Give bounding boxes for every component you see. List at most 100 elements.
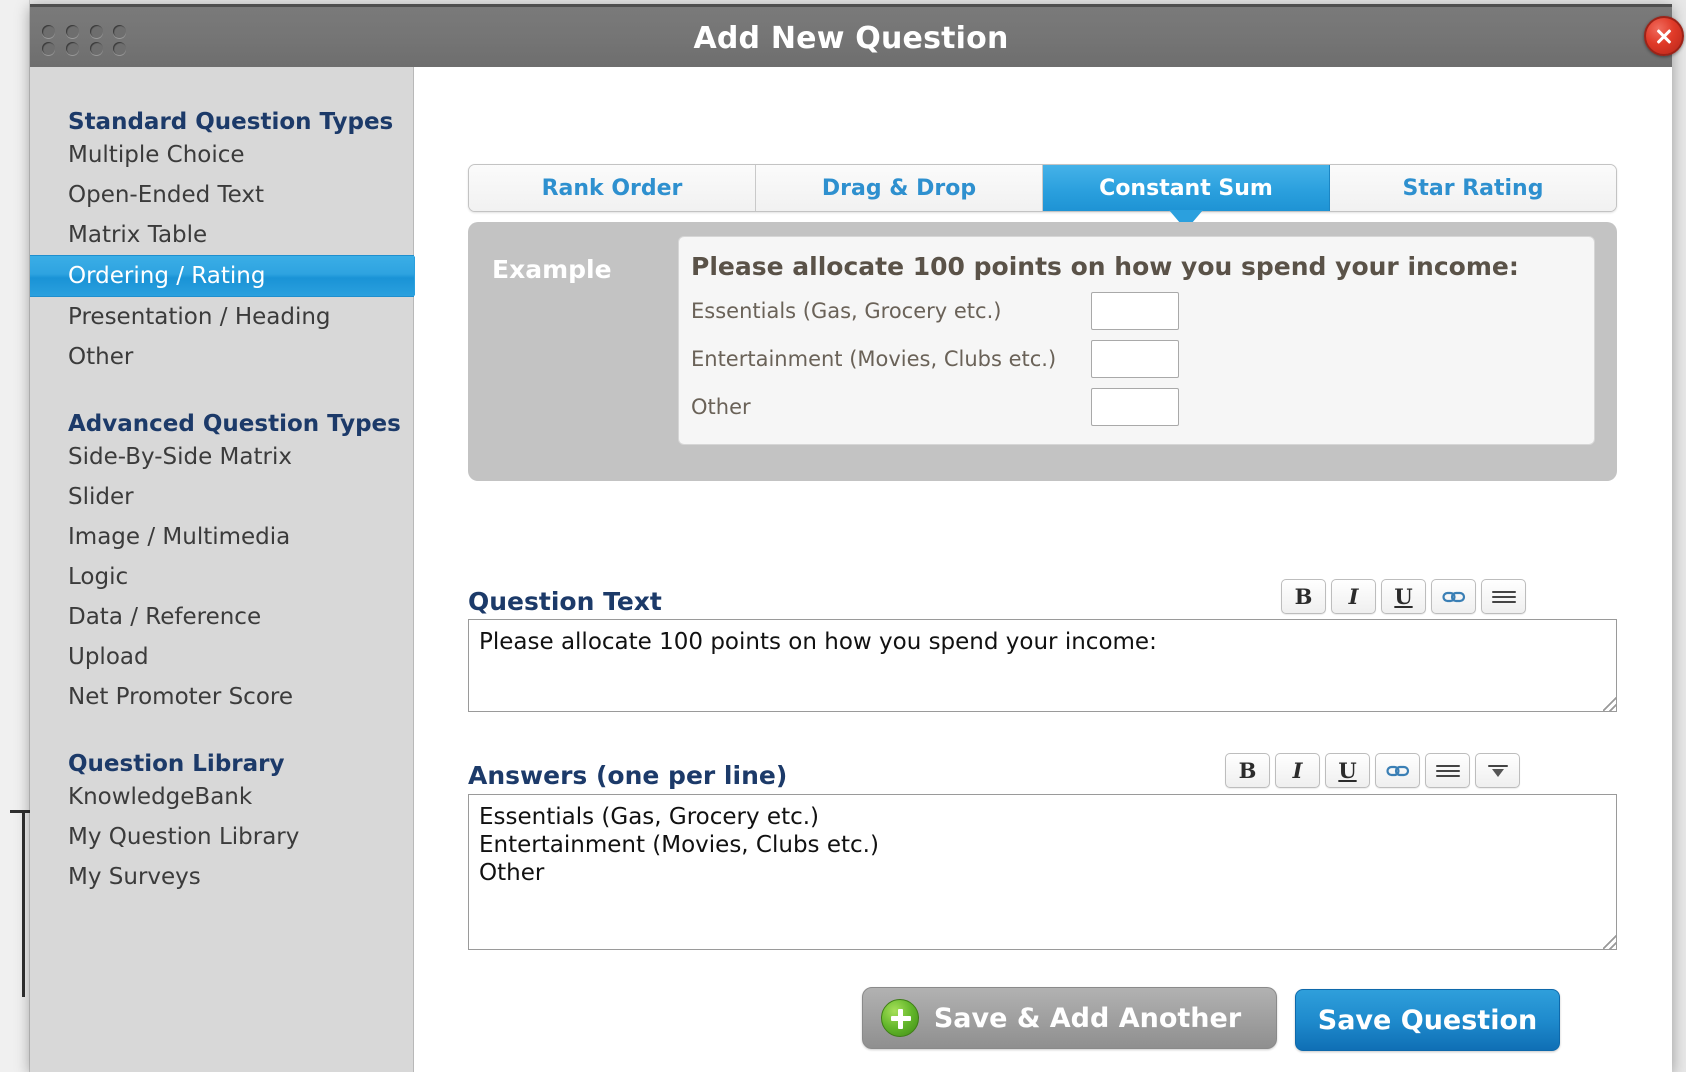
example-row: Other	[691, 387, 1574, 426]
sidebar-item-label: Open-Ended Text	[68, 182, 265, 208]
chevron-down-icon[interactable]	[1475, 753, 1520, 788]
edge-mark-vertical	[22, 812, 25, 997]
sidebar-item-label: Side-By-Side Matrix	[68, 444, 292, 470]
sidebar-section-title: Advanced Question Types	[68, 411, 401, 437]
main-panel: Rank Order Drag & Drop Constant Sum Star Ra…	[415, 67, 1672, 1072]
align-lines-icon-svg	[1491, 590, 1516, 603]
answers-input[interactable]: Essentials (Gas, Grocery etc.) Entertain…	[468, 794, 1617, 950]
sidebar-item-matrix-table[interactable]: Matrix Table	[30, 215, 413, 255]
sidebar-item-multiple-choice[interactable]: Multiple Choice	[30, 135, 413, 175]
bold-icon[interactable]: B	[1281, 579, 1326, 614]
italic-icon-glyph: I	[1292, 758, 1303, 783]
question-text-toolbar: BIU	[1281, 579, 1526, 614]
sidebar-item-label: Image / Multimedia	[68, 524, 291, 550]
example-row-label: Essentials (Gas, Grocery etc.)	[691, 298, 1002, 323]
align-lines-icon[interactable]	[1425, 753, 1470, 788]
link-icon-svg	[1385, 765, 1409, 776]
tab-drag-drop[interactable]: Drag & Drop	[756, 165, 1043, 211]
close-icon[interactable]	[1644, 16, 1684, 56]
italic-icon-glyph: I	[1348, 584, 1359, 609]
example-row-label: Other	[691, 394, 751, 419]
bold-icon[interactable]: B	[1225, 753, 1270, 788]
tab-constant-sum[interactable]: Constant Sum	[1043, 165, 1330, 230]
chevron-down-icon-svg	[1487, 764, 1508, 777]
link-icon[interactable]	[1431, 579, 1476, 614]
sidebar-item-label: My Surveys	[68, 864, 201, 890]
bold-icon-glyph: B	[1294, 584, 1313, 609]
sidebar-item-data-reference[interactable]: Data / Reference	[30, 597, 413, 637]
bold-icon-glyph: B	[1238, 758, 1257, 783]
underline-icon-glyph: U	[1394, 584, 1413, 609]
sidebar-item-other[interactable]: Other	[30, 337, 413, 377]
answers-toolbar: BIU	[1225, 753, 1520, 788]
sidebar-item-label: Matrix Table	[68, 222, 208, 248]
example-card: Please allocate 100 points on how you sp…	[678, 236, 1595, 445]
link-icon-svg	[1441, 591, 1465, 602]
sidebar-item-label: Net Promoter Score	[68, 684, 294, 710]
sidebar-item-label: My Question Library	[68, 824, 300, 850]
sidebar-item-label: Logic	[68, 564, 129, 590]
example-label: Example	[492, 255, 612, 284]
edge-mark-horizontal	[10, 810, 30, 813]
example-row-label: Entertainment (Movies, Clubs etc.)	[691, 346, 1057, 371]
align-lines-icon[interactable]	[1481, 579, 1526, 614]
dialog-title: Add New Question	[693, 21, 1009, 56]
sidebar-item-net-promoter-score[interactable]: Net Promoter Score	[30, 677, 413, 717]
add-new-question-dialog: Add New Question Standard Question Types…	[30, 4, 1684, 1072]
example-preview-panel: Example Please allocate 100 points on ho…	[468, 222, 1617, 481]
sidebar-item-slider[interactable]: Slider	[30, 477, 413, 517]
example-row: Entertainment (Movies, Clubs etc.)	[691, 339, 1574, 378]
underline-icon-glyph: U	[1338, 758, 1357, 783]
sidebar-item-open-ended-text[interactable]: Open-Ended Text	[30, 175, 413, 215]
sidebar-item-label: Data / Reference	[68, 604, 262, 630]
sidebar-item-label: Slider	[68, 484, 134, 510]
sidebar-item-side-by-side-matrix[interactable]: Side-By-Side Matrix	[30, 437, 413, 477]
tab-label: Star Rating	[1402, 175, 1544, 201]
link-icon[interactable]	[1375, 753, 1420, 788]
example-points-input[interactable]	[1091, 387, 1179, 426]
tab-label: Drag & Drop	[821, 175, 977, 201]
sidebar-item-upload[interactable]: Upload	[30, 637, 413, 677]
align-lines-icon-svg	[1435, 764, 1460, 777]
question-text-label: Question Text	[468, 587, 662, 616]
underline-icon[interactable]: U	[1325, 753, 1370, 788]
question-type-sidebar: Standard Question Types Multiple Choice Op…	[30, 67, 436, 1072]
sidebar-item-label: Other	[68, 344, 134, 370]
italic-icon[interactable]: I	[1275, 753, 1320, 788]
sidebar-item-my-surveys[interactable]: My Surveys	[30, 857, 413, 897]
plus-circle-icon	[881, 999, 919, 1037]
sidebar-item-knowledgebank[interactable]: KnowledgeBank	[30, 777, 413, 817]
tab-label: Rank Order	[541, 175, 683, 201]
example-question-text: Please allocate 100 points on how you sp…	[691, 252, 1519, 281]
sidebar-item-logic[interactable]: Logic	[30, 557, 413, 597]
save-question-button[interactable]: Save Question	[1295, 989, 1560, 1051]
sidebar-item-image-multimedia[interactable]: Image / Multimedia	[30, 517, 413, 557]
tab-label: Constant Sum	[1099, 175, 1273, 201]
question-text-input[interactable]: Please allocate 100 points on how you sp…	[468, 619, 1617, 712]
sidebar-item-label: Upload	[68, 644, 149, 670]
sidebar-section-title: Question Library	[68, 751, 285, 777]
answers-resize-handle[interactable]	[1603, 935, 1617, 949]
tab-star-rating[interactable]: Star Rating	[1330, 165, 1616, 211]
underline-icon[interactable]: U	[1381, 579, 1426, 614]
sidebar-item-label: KnowledgeBank	[68, 784, 253, 810]
save-and-add-another-button[interactable]: Save & Add Another	[862, 987, 1277, 1049]
app-root: Add New Question Standard Question Types…	[0, 0, 1686, 1072]
example-points-input[interactable]	[1091, 339, 1179, 378]
example-points-input[interactable]	[1091, 291, 1179, 330]
sidebar-item-presentation-heading[interactable]: Presentation / Heading	[30, 297, 413, 337]
sidebar-item-ordering-rating[interactable]: Ordering / Rating	[30, 255, 436, 297]
answers-label: Answers (one per line)	[468, 761, 788, 790]
dialog-titlebar[interactable]: Add New Question	[30, 4, 1684, 67]
sidebar-section-title: Standard Question Types	[68, 109, 394, 135]
sidebar-item-my-question-library[interactable]: My Question Library	[30, 817, 413, 857]
italic-icon[interactable]: I	[1331, 579, 1376, 614]
sidebar-item-label: Presentation / Heading	[68, 304, 331, 330]
example-row: Essentials (Gas, Grocery etc.)	[691, 291, 1574, 330]
sidebar-item-label: Ordering / Rating	[68, 263, 266, 289]
tab-rank-order[interactable]: Rank Order	[469, 165, 756, 211]
save-and-add-another-label: Save & Add Another	[933, 1002, 1242, 1034]
question-text-resize-handle[interactable]	[1603, 697, 1617, 711]
